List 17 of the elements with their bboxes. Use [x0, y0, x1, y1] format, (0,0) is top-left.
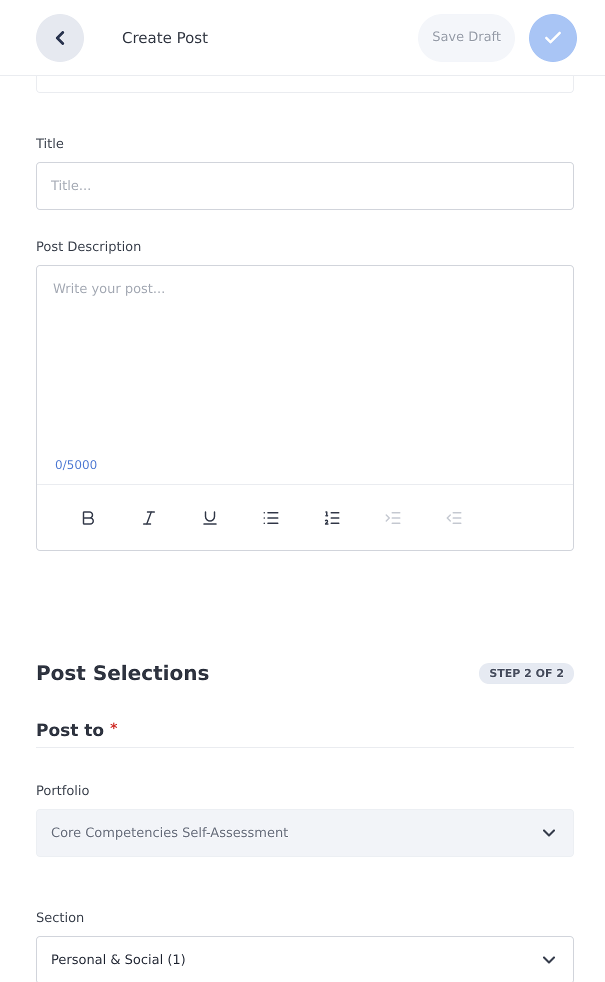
page-title: Create Post [122, 28, 209, 46]
italic-icon [140, 508, 158, 526]
step-badge: STEP 2 OF 2 [479, 662, 574, 684]
title-input[interactable]: Title... [36, 162, 574, 210]
post-editor[interactable]: Write your post... 0/5000 [36, 265, 574, 551]
underline-icon [201, 508, 219, 526]
dropdown-select[interactable]: Personal & Social (1) [36, 936, 574, 982]
field-label: Portfolio [36, 784, 90, 799]
required-mark: * [110, 721, 118, 737]
post-to-heading: Post to [36, 721, 104, 741]
numbered-list-icon [323, 508, 341, 526]
field-label: Section [36, 911, 86, 926]
back-button[interactable] [36, 14, 84, 62]
section-heading: Post Selections [36, 661, 210, 685]
character-counter: 0/5000 [55, 458, 98, 472]
field-label: Title [36, 137, 65, 152]
field-label: Post Description [36, 240, 142, 255]
